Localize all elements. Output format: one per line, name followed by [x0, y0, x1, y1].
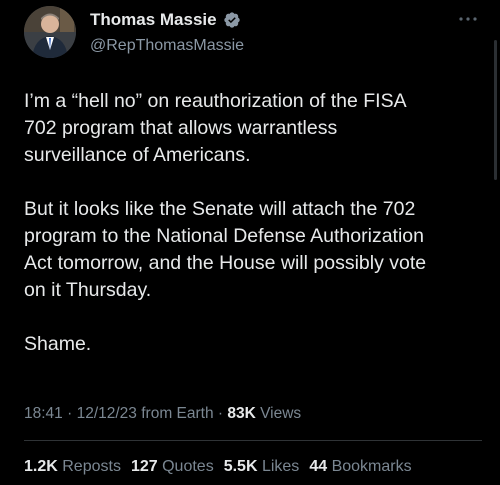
quotes-count: 127 [130, 458, 158, 475]
reposts-stat[interactable]: 1.2K Reposts [24, 457, 121, 477]
views-label: Views [255, 405, 302, 422]
tweet-paragraph: Shame. [24, 333, 92, 355]
divider [24, 440, 482, 441]
tweet-date[interactable]: 12/12/23 [77, 405, 137, 422]
author-name-row: Thomas Massie [90, 10, 241, 30]
meta-separator: · [213, 405, 228, 422]
meta-separator: · [62, 405, 77, 422]
engagement-stats: 1.2K Reposts 127 Quotes 5.5K Likes 44 Bo… [24, 457, 412, 477]
portrait-avatar-icon [24, 6, 76, 58]
tweet-paragraph: But it looks like the Senate will attach… [24, 198, 427, 301]
tweet-card: Thomas Massie @RepThomasMassie I’m a “he… [0, 0, 500, 485]
quotes-label: Quotes [162, 458, 214, 475]
tweet-text: I’m a “hell no” on reauthorization of th… [24, 88, 484, 385]
likes-label: Likes [261, 458, 300, 475]
author-avatar[interactable] [24, 6, 76, 58]
likes-count: 5.5K [223, 458, 258, 475]
views-count[interactable]: 83K [227, 405, 255, 422]
tweet-source: from Earth [136, 405, 214, 422]
verified-badge-icon[interactable] [223, 11, 241, 29]
bookmarks-label: Bookmarks [331, 458, 412, 475]
tweet-time[interactable]: 18:41 [24, 405, 63, 422]
reposts-count: 1.2K [24, 458, 58, 475]
scrollbar[interactable] [494, 40, 497, 180]
bookmarks-count: 44 [309, 458, 328, 475]
likes-stat[interactable]: 5.5K Likes [224, 457, 300, 477]
tweet-metadata: 18:41 · 12/12/23 from Earth · 83K Views [24, 404, 301, 424]
bookmarks-stat[interactable]: 44 Bookmarks [309, 457, 411, 477]
reposts-label: Reposts [62, 458, 121, 475]
author-display-name[interactable]: Thomas Massie [90, 10, 217, 30]
author-handle[interactable]: @RepThomasMassie [90, 36, 244, 56]
tweet-paragraph: I’m a “hell no” on reauthorization of th… [24, 90, 407, 166]
quotes-stat[interactable]: 127 Quotes [131, 457, 214, 477]
ellipsis-icon [459, 17, 477, 21]
more-options-button[interactable] [456, 10, 480, 28]
